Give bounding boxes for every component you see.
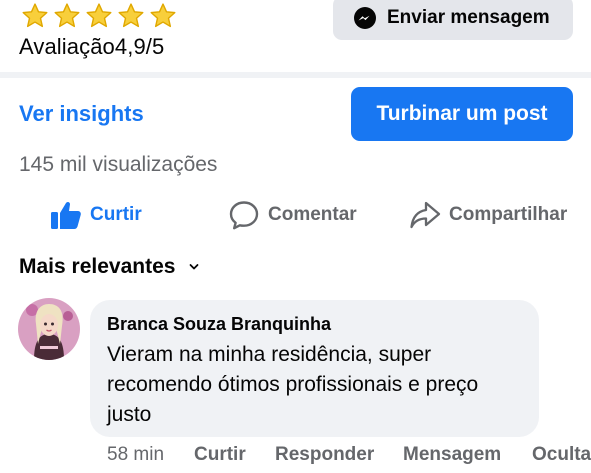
thumbs-up-icon [51, 201, 81, 229]
comment-bubble: Branca Souza Branquinha Vieram na minha … [90, 300, 539, 437]
star-icon [150, 3, 176, 28]
comment-text: Vieram na minha residência, super recome… [107, 343, 479, 426]
star-icon [86, 3, 112, 28]
rating-value: 4,9/5 [114, 34, 165, 59]
sort-label: Mais relevantes [19, 255, 176, 278]
comment-timestamp[interactable]: 58 min [107, 444, 164, 466]
comment-button[interactable]: Comentar [228, 198, 357, 232]
share-label: Compartilhar [449, 204, 568, 225]
star-icon [22, 3, 48, 28]
comment-icon [229, 201, 259, 230]
avatar[interactable] [18, 298, 80, 360]
comment-reply-button[interactable]: Responder [275, 444, 374, 466]
share-button[interactable]: Compartilhar [409, 198, 567, 232]
comment-author[interactable]: Branca Souza Branquinha [107, 314, 331, 335]
rating-label: Avaliação [19, 34, 115, 59]
comment-hide-button[interactable]: Ocultar [532, 444, 591, 466]
like-button[interactable]: Curtir [50, 198, 142, 232]
rating-text: Avaliação4,9/5 [19, 34, 164, 60]
send-message-label: Enviar mensagem [387, 7, 550, 28]
page-rating-card: Avaliação4,9/5 Enviar mensagem [0, 0, 591, 72]
rating-stars [20, 2, 178, 30]
star-icon [54, 3, 80, 28]
views-count: 145 mil visualizações [19, 153, 218, 176]
comment-sort-dropdown[interactable]: Mais relevantes [19, 255, 199, 279]
share-icon [410, 201, 441, 229]
messenger-icon [354, 7, 376, 29]
chevron-down-icon [190, 264, 199, 270]
comment-message-button[interactable]: Mensagem [403, 444, 501, 466]
comment-like-button[interactable]: Curtir [194, 444, 246, 466]
send-message-button[interactable]: Enviar mensagem [333, 0, 573, 40]
comment-label: Comentar [268, 204, 357, 225]
section-divider [0, 72, 591, 78]
like-label: Curtir [90, 204, 142, 225]
avatar-image [18, 298, 80, 360]
view-insights-link[interactable]: Ver insights [19, 101, 144, 127]
star-icon [118, 3, 144, 28]
boost-post-button[interactable]: Turbinar um post [351, 87, 573, 141]
